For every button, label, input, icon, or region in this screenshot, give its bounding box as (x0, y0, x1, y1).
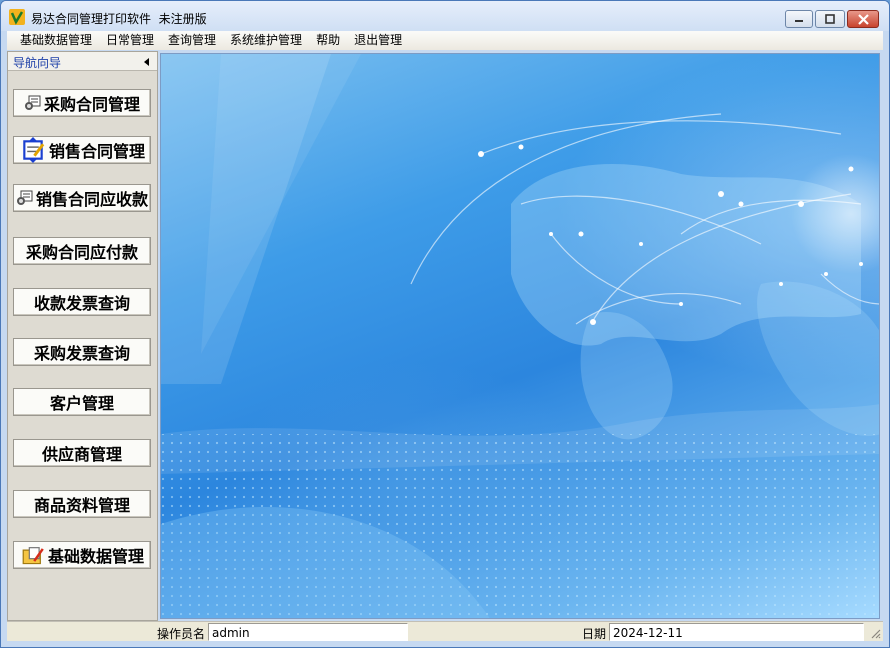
date-label: 日期 (582, 627, 607, 641)
nav-button-label: 采购合同管理 (43, 95, 140, 114)
nav-button-label: 商品资料管理 (33, 496, 130, 515)
nav-button-label: 销售合同应收款 (35, 190, 148, 209)
date-field: 2024-12-11 (609, 623, 864, 641)
app-logo-icon (9, 9, 25, 25)
nav-button-label: 基础数据管理 (47, 547, 144, 566)
maximize-button[interactable] (815, 10, 845, 28)
nav-button-label: 收款发票查询 (33, 294, 130, 313)
status-cell-blank (7, 623, 152, 641)
operator-value: admin (212, 626, 250, 640)
nav-button-supplier[interactable]: 供应商管理 (13, 439, 151, 467)
main-content-background (160, 53, 880, 619)
nav-button-label: 采购合同应付款 (25, 243, 138, 262)
main-window: 易达合同管理打印软件 未注册版 基础数据管理 日常管理 查询管理 系统维护管理 … (0, 0, 890, 648)
operator-label: 操作员名 (157, 627, 206, 641)
contract-icon (16, 190, 33, 205)
contract-icon (24, 95, 41, 110)
menu-system[interactable]: 系统维护管理 (223, 31, 309, 50)
close-button[interactable] (847, 10, 879, 28)
nav-button-label: 采购发票查询 (33, 344, 130, 363)
nav-button-product[interactable]: 商品资料管理 (13, 490, 151, 518)
nav-button-purchase-invoice-query[interactable]: 采购发票查询 (13, 338, 151, 366)
nav-button-label: 供应商管理 (41, 445, 122, 464)
nav-button-customer[interactable]: 客户管理 (13, 388, 151, 416)
title-bar[interactable]: 易达合同管理打印软件 未注册版 (1, 1, 889, 31)
folder-edit-icon (22, 547, 44, 565)
nav-button-sales-contract[interactable]: 销售合同管理 (13, 136, 151, 164)
nav-button-purchase-payable[interactable]: 采购合同应付款 (13, 237, 151, 265)
menu-query[interactable]: 查询管理 (161, 31, 223, 50)
menu-daily[interactable]: 日常管理 (99, 31, 161, 50)
menu-exit[interactable]: 退出管理 (347, 31, 409, 50)
minimize-icon (795, 20, 803, 22)
nav-button-label: 客户管理 (49, 394, 114, 413)
close-icon (857, 13, 869, 25)
menu-basic-data[interactable]: 基础数据管理 (13, 31, 99, 50)
menu-help[interactable]: 帮助 (309, 31, 347, 50)
collapse-arrow-icon[interactable] (144, 58, 149, 66)
window-title: 易达合同管理打印软件 未注册版 (31, 12, 207, 26)
date-value: 2024-12-11 (613, 626, 683, 640)
menu-bar: 基础数据管理 日常管理 查询管理 系统维护管理 帮助 退出管理 (7, 31, 883, 50)
maximize-icon (825, 14, 835, 24)
nav-title: 导航向导 (13, 56, 62, 70)
nav-panel: 导航向导 采购合同管理 销售合同管理 销售合同应收款 采购合同应付款 收款发票查… (7, 51, 158, 621)
document-edit-icon (23, 137, 45, 163)
resize-grip-icon[interactable] (869, 627, 881, 639)
nav-button-label: 销售合同管理 (48, 142, 145, 161)
world-map-background-image (161, 54, 879, 618)
nav-button-sales-receivable[interactable]: 销售合同应收款 (13, 184, 151, 212)
nav-button-receipt-invoice-query[interactable]: 收款发票查询 (13, 288, 151, 316)
status-bar: 操作员名 admin 日期 2024-12-11 (7, 621, 883, 641)
nav-header: 导航向导 (8, 52, 157, 71)
nav-button-purchase-contract[interactable]: 采购合同管理 (13, 89, 151, 117)
operator-field: admin (208, 623, 408, 641)
minimize-button[interactable] (785, 10, 813, 28)
nav-button-basic-data[interactable]: 基础数据管理 (13, 541, 151, 569)
